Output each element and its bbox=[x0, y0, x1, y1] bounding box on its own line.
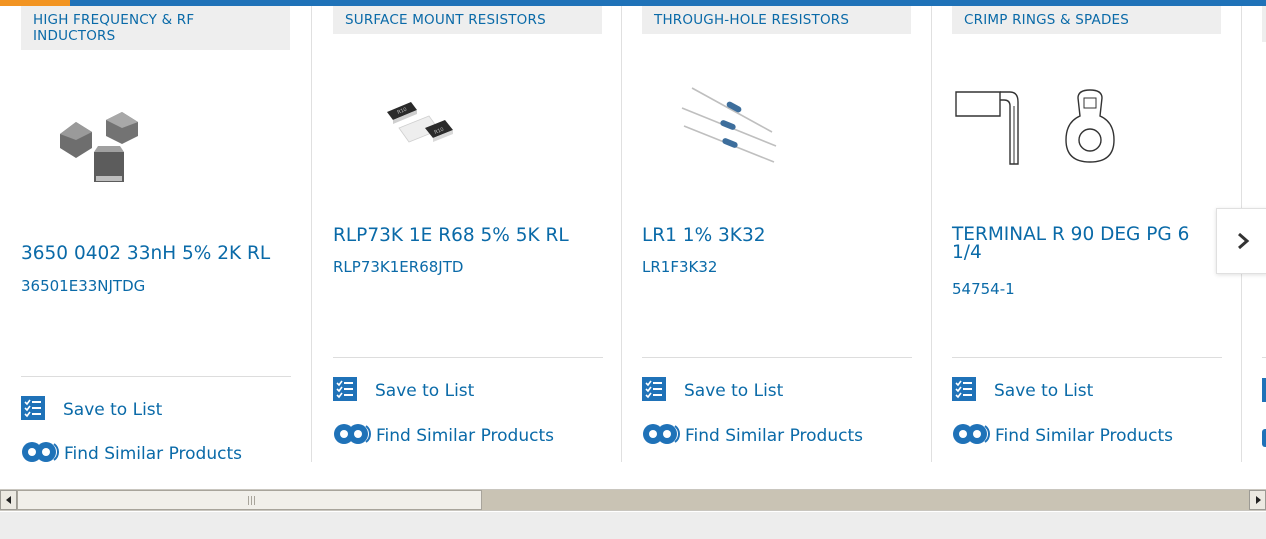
find-similar-button[interactable]: Find Similar Products bbox=[21, 440, 242, 463]
save-to-list-button[interactable]: Save to List bbox=[333, 376, 475, 406]
scroll-right-button[interactable] bbox=[1249, 490, 1266, 510]
checklist-icon[interactable] bbox=[1262, 378, 1266, 402]
part-number-link[interactable]: LR1F3K32 bbox=[642, 258, 717, 276]
find-similar-label: Find Similar Products bbox=[64, 444, 242, 462]
checklist-icon bbox=[642, 376, 684, 406]
product-name-link[interactable]: TERMINAL R 90 DEG PG 6 1/4 bbox=[952, 225, 1214, 262]
product-category-label[interactable]: SURFACE MOUNT RESISTORS bbox=[333, 6, 602, 34]
find-similar-button[interactable]: Find Similar Products bbox=[952, 422, 1173, 451]
arrow-right-icon bbox=[1255, 496, 1261, 504]
product-carousel: HIGH FREQUENCY & RF INDUCTORS 3650 0402 … bbox=[0, 6, 1266, 462]
scrollbar-thumb[interactable] bbox=[17, 490, 482, 510]
gears-icon bbox=[333, 422, 376, 451]
product-card: THROUGH-HOLE RESISTORS LR1 1% 3K32 LR1F3… bbox=[621, 6, 912, 462]
scrollbar-grip bbox=[248, 496, 258, 505]
find-similar-label: Find Similar Products bbox=[995, 426, 1173, 446]
product-category-label[interactable]: CRIMP RINGS & SPADES bbox=[952, 6, 1221, 34]
find-similar-label: Find Similar Products bbox=[376, 426, 554, 446]
product-card: CRIMP RINGS & SPADES TERMINAL R 90 DEG P… bbox=[931, 6, 1222, 462]
part-number-link[interactable]: RLP73K1ER68JTD bbox=[333, 258, 463, 276]
part-number-link[interactable]: 54754-1 bbox=[952, 280, 1015, 298]
arrow-left-icon bbox=[5, 496, 11, 504]
save-to-list-button[interactable]: Save to List bbox=[642, 376, 784, 406]
product-name-link[interactable]: LR1 1% 3K32 bbox=[642, 226, 912, 246]
carousel-next-button[interactable] bbox=[1216, 208, 1266, 274]
save-to-list-label: Save to List bbox=[684, 381, 784, 401]
find-similar-button[interactable]: Find Similar Products bbox=[642, 422, 863, 451]
find-similar-button[interactable]: Find Similar Products bbox=[333, 422, 554, 451]
inductor-chips-image[interactable] bbox=[54, 104, 144, 194]
card-divider bbox=[952, 357, 1222, 358]
checklist-icon bbox=[333, 376, 375, 406]
checklist-icon bbox=[21, 395, 63, 425]
card-divider bbox=[21, 376, 291, 377]
card-divider bbox=[642, 357, 912, 358]
gears-icon bbox=[952, 422, 995, 451]
save-to-list-label: Save to List bbox=[63, 400, 163, 420]
product-category-label[interactable]: HIGH FREQUENCY & RF INDUCTORS bbox=[21, 6, 290, 50]
product-category-label[interactable] bbox=[1262, 6, 1266, 42]
save-to-list-label: Save to List bbox=[375, 381, 475, 401]
chevron-right-icon bbox=[1237, 232, 1249, 250]
smd-resistor-image[interactable]: R10 R10 bbox=[383, 94, 473, 154]
gears-icon bbox=[642, 422, 685, 451]
gears-icon[interactable] bbox=[1262, 429, 1266, 447]
gears-icon bbox=[21, 440, 64, 463]
product-name-link[interactable]: 3650 0402 33nH 5% 2K RL bbox=[21, 244, 291, 264]
product-card: SURFACE MOUNT RESISTORS R10 R10 RLP73K 1… bbox=[311, 6, 603, 462]
ring-terminal-image[interactable] bbox=[954, 86, 1126, 172]
card-divider bbox=[333, 357, 603, 358]
save-to-list-button[interactable]: Save to List bbox=[952, 376, 1094, 406]
save-to-list-label: Save to List bbox=[994, 381, 1094, 401]
product-card: HIGH FREQUENCY & RF INDUCTORS 3650 0402 … bbox=[21, 6, 291, 462]
find-similar-label: Find Similar Products bbox=[685, 426, 863, 446]
part-number-link[interactable]: 36501E33NJTDG bbox=[21, 277, 145, 295]
axial-resistor-image[interactable] bbox=[680, 84, 780, 168]
horizontal-scrollbar[interactable] bbox=[0, 489, 1266, 511]
product-name-link[interactable]: RLP73K 1E R68 5% 5K RL bbox=[333, 226, 603, 246]
scroll-left-button[interactable] bbox=[0, 490, 17, 510]
save-to-list-button[interactable]: Save to List bbox=[21, 395, 163, 425]
card-divider bbox=[1262, 357, 1266, 358]
product-category-label[interactable]: THROUGH-HOLE RESISTORS bbox=[642, 6, 911, 34]
checklist-icon bbox=[952, 376, 994, 406]
page-background bbox=[0, 512, 1266, 539]
